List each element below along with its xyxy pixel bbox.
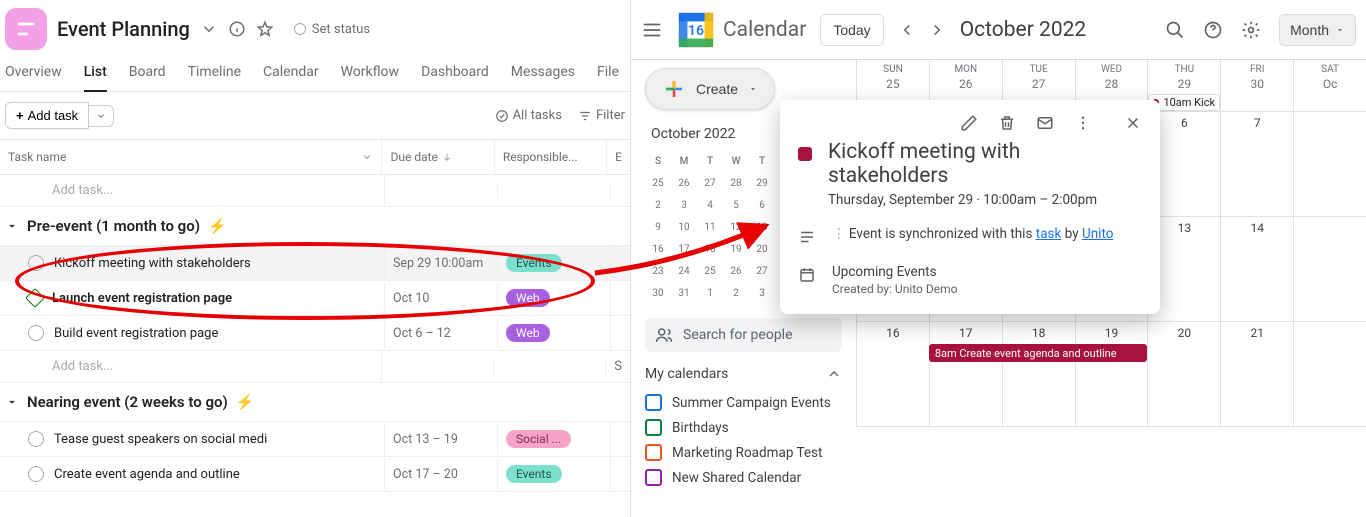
col-header-due[interactable]: Due date bbox=[382, 140, 494, 174]
tab-file[interactable]: File bbox=[597, 64, 619, 91]
checkbox-icon[interactable] bbox=[645, 469, 662, 486]
task-row[interactable]: Kickoff meeting with stakeholders Sep 29… bbox=[0, 246, 630, 281]
list-toolbar: + Add task All tasks Filter bbox=[0, 92, 630, 140]
mail-icon[interactable] bbox=[1036, 114, 1054, 132]
calendar-item[interactable]: New Shared Calendar bbox=[645, 465, 842, 490]
caret-down-icon bbox=[5, 395, 19, 409]
tag[interactable]: Events bbox=[506, 254, 562, 272]
next-month-icon[interactable] bbox=[928, 21, 946, 39]
checkbox-icon[interactable] bbox=[645, 394, 662, 411]
month-label: October 2022 bbox=[960, 18, 1087, 42]
today-button[interactable]: Today bbox=[820, 14, 883, 46]
tab-workflow[interactable]: Workflow bbox=[341, 64, 400, 91]
unito-link[interactable]: Unito bbox=[1082, 226, 1113, 242]
event-calendar-name: Upcoming Events bbox=[832, 264, 957, 280]
checkbox-icon[interactable] bbox=[645, 419, 662, 436]
description-icon bbox=[798, 228, 816, 246]
calendar-item[interactable]: Birthdays bbox=[645, 415, 842, 440]
check-circle-icon[interactable] bbox=[28, 466, 44, 482]
event-created-by: Created by: Unito Demo bbox=[832, 282, 957, 296]
list-column-headers: Task name Due date Responsible... E bbox=[0, 140, 630, 175]
tab-list[interactable]: List bbox=[84, 64, 107, 92]
add-task-button[interactable]: + Add task bbox=[5, 102, 89, 129]
check-circle-icon[interactable] bbox=[28, 255, 44, 271]
event-details-popup: Kickoff meeting with stakeholders Thursd… bbox=[780, 100, 1160, 314]
col-header-name: Task name bbox=[8, 150, 66, 164]
filter-button[interactable]: Filter bbox=[578, 108, 625, 123]
task-row[interactable]: Launch event registration page Oct 10 We… bbox=[0, 281, 630, 316]
arrow-down-icon bbox=[442, 152, 452, 162]
event-color-swatch bbox=[798, 147, 812, 161]
search-people-input[interactable]: Search for people bbox=[645, 318, 842, 352]
task-row[interactable]: Tease guest speakers on social medi Oct … bbox=[0, 422, 630, 457]
calendar-item[interactable]: Summer Campaign Events bbox=[645, 390, 842, 415]
section-header[interactable]: Nearing event (2 weeks to go)⚡ bbox=[0, 383, 630, 422]
help-icon[interactable] bbox=[1203, 20, 1223, 40]
chevron-down-icon[interactable] bbox=[200, 20, 218, 38]
chevron-up-icon bbox=[826, 366, 842, 382]
tag[interactable]: Web bbox=[506, 324, 550, 342]
search-icon[interactable] bbox=[1165, 20, 1185, 40]
hamburger-icon[interactable] bbox=[641, 19, 663, 41]
add-task-inline[interactable]: Add task... bbox=[0, 175, 385, 206]
section-header[interactable]: Pre-event (1 month to go)⚡ bbox=[0, 207, 630, 246]
gear-icon[interactable] bbox=[1241, 20, 1261, 40]
tag[interactable]: Social ... bbox=[506, 430, 571, 448]
calendar-item[interactable]: Marketing Roadmap Test bbox=[645, 440, 842, 465]
task-list: Add task...Pre-event (1 month to go)⚡ Ki… bbox=[0, 175, 630, 492]
tag[interactable]: Web bbox=[506, 289, 550, 307]
star-icon[interactable] bbox=[256, 20, 274, 38]
tab-messages[interactable]: Messages bbox=[511, 64, 575, 91]
tab-timeline[interactable]: Timeline bbox=[188, 64, 241, 91]
col-header-responsible[interactable]: Responsible... bbox=[495, 140, 607, 174]
task-row[interactable]: Create event agenda and outline Oct 17 –… bbox=[0, 457, 630, 492]
people-icon bbox=[655, 326, 673, 344]
task-row[interactable]: Build event registration page Oct 6 – 12… bbox=[0, 316, 630, 351]
caret-down-icon bbox=[5, 219, 19, 233]
event-datetime: Thursday, September 29 · 10:00am – 2:00p… bbox=[828, 192, 1142, 208]
tab-calendar[interactable]: Calendar bbox=[263, 64, 319, 91]
tab-overview[interactable]: Overview bbox=[5, 64, 62, 91]
add-task-inline[interactable]: Add task... bbox=[0, 351, 382, 382]
set-status-button[interactable]: Set status bbox=[294, 22, 370, 37]
project-icon bbox=[5, 8, 47, 50]
project-header: Event Planning Set status bbox=[0, 0, 630, 58]
tag[interactable]: Events bbox=[506, 465, 562, 483]
my-calendars-header[interactable]: My calendars bbox=[645, 366, 842, 382]
tab-board[interactable]: Board bbox=[129, 64, 166, 91]
checkbox-icon[interactable] bbox=[645, 444, 662, 461]
calendar-list: Summer Campaign EventsBirthdaysMarketing… bbox=[645, 390, 842, 490]
trash-icon[interactable] bbox=[998, 114, 1016, 132]
more-icon[interactable] bbox=[1074, 114, 1092, 132]
tab-dashboard[interactable]: Dashboard bbox=[421, 64, 489, 91]
create-button[interactable]: Create bbox=[645, 68, 775, 110]
event-description: ⋮ Event is synchronized with this task b… bbox=[832, 226, 1113, 242]
check-circle-icon[interactable] bbox=[28, 325, 44, 341]
event-title: Kickoff meeting with stakeholders bbox=[828, 140, 1142, 188]
gcal-logo: 16 Calendar bbox=[677, 11, 806, 49]
all-tasks-filter[interactable]: All tasks bbox=[495, 108, 562, 123]
edit-icon[interactable] bbox=[960, 114, 978, 132]
status-circle-icon bbox=[294, 23, 306, 35]
milestone-icon bbox=[25, 288, 45, 308]
task-link[interactable]: task bbox=[1036, 226, 1062, 242]
chevron-down-icon[interactable] bbox=[361, 151, 373, 163]
calendar-icon bbox=[798, 266, 816, 284]
event-bar[interactable]: 8am Create event agenda and outline bbox=[929, 344, 1148, 362]
close-icon[interactable] bbox=[1124, 114, 1142, 132]
add-task-dropdown[interactable] bbox=[89, 105, 114, 127]
view-switcher[interactable]: Month bbox=[1279, 14, 1356, 46]
check-circle-icon[interactable] bbox=[28, 431, 44, 447]
project-title: Event Planning bbox=[57, 17, 190, 41]
view-tabs: Overview List Board Timeline Calendar Workflo… bbox=[0, 58, 630, 92]
svg-text:16: 16 bbox=[688, 22, 704, 38]
prev-month-icon[interactable] bbox=[898, 21, 916, 39]
gcal-header: 16 Calendar Today October 2022 Month bbox=[631, 0, 1366, 60]
info-icon[interactable] bbox=[228, 20, 246, 38]
col-header-extra: E bbox=[607, 140, 630, 174]
